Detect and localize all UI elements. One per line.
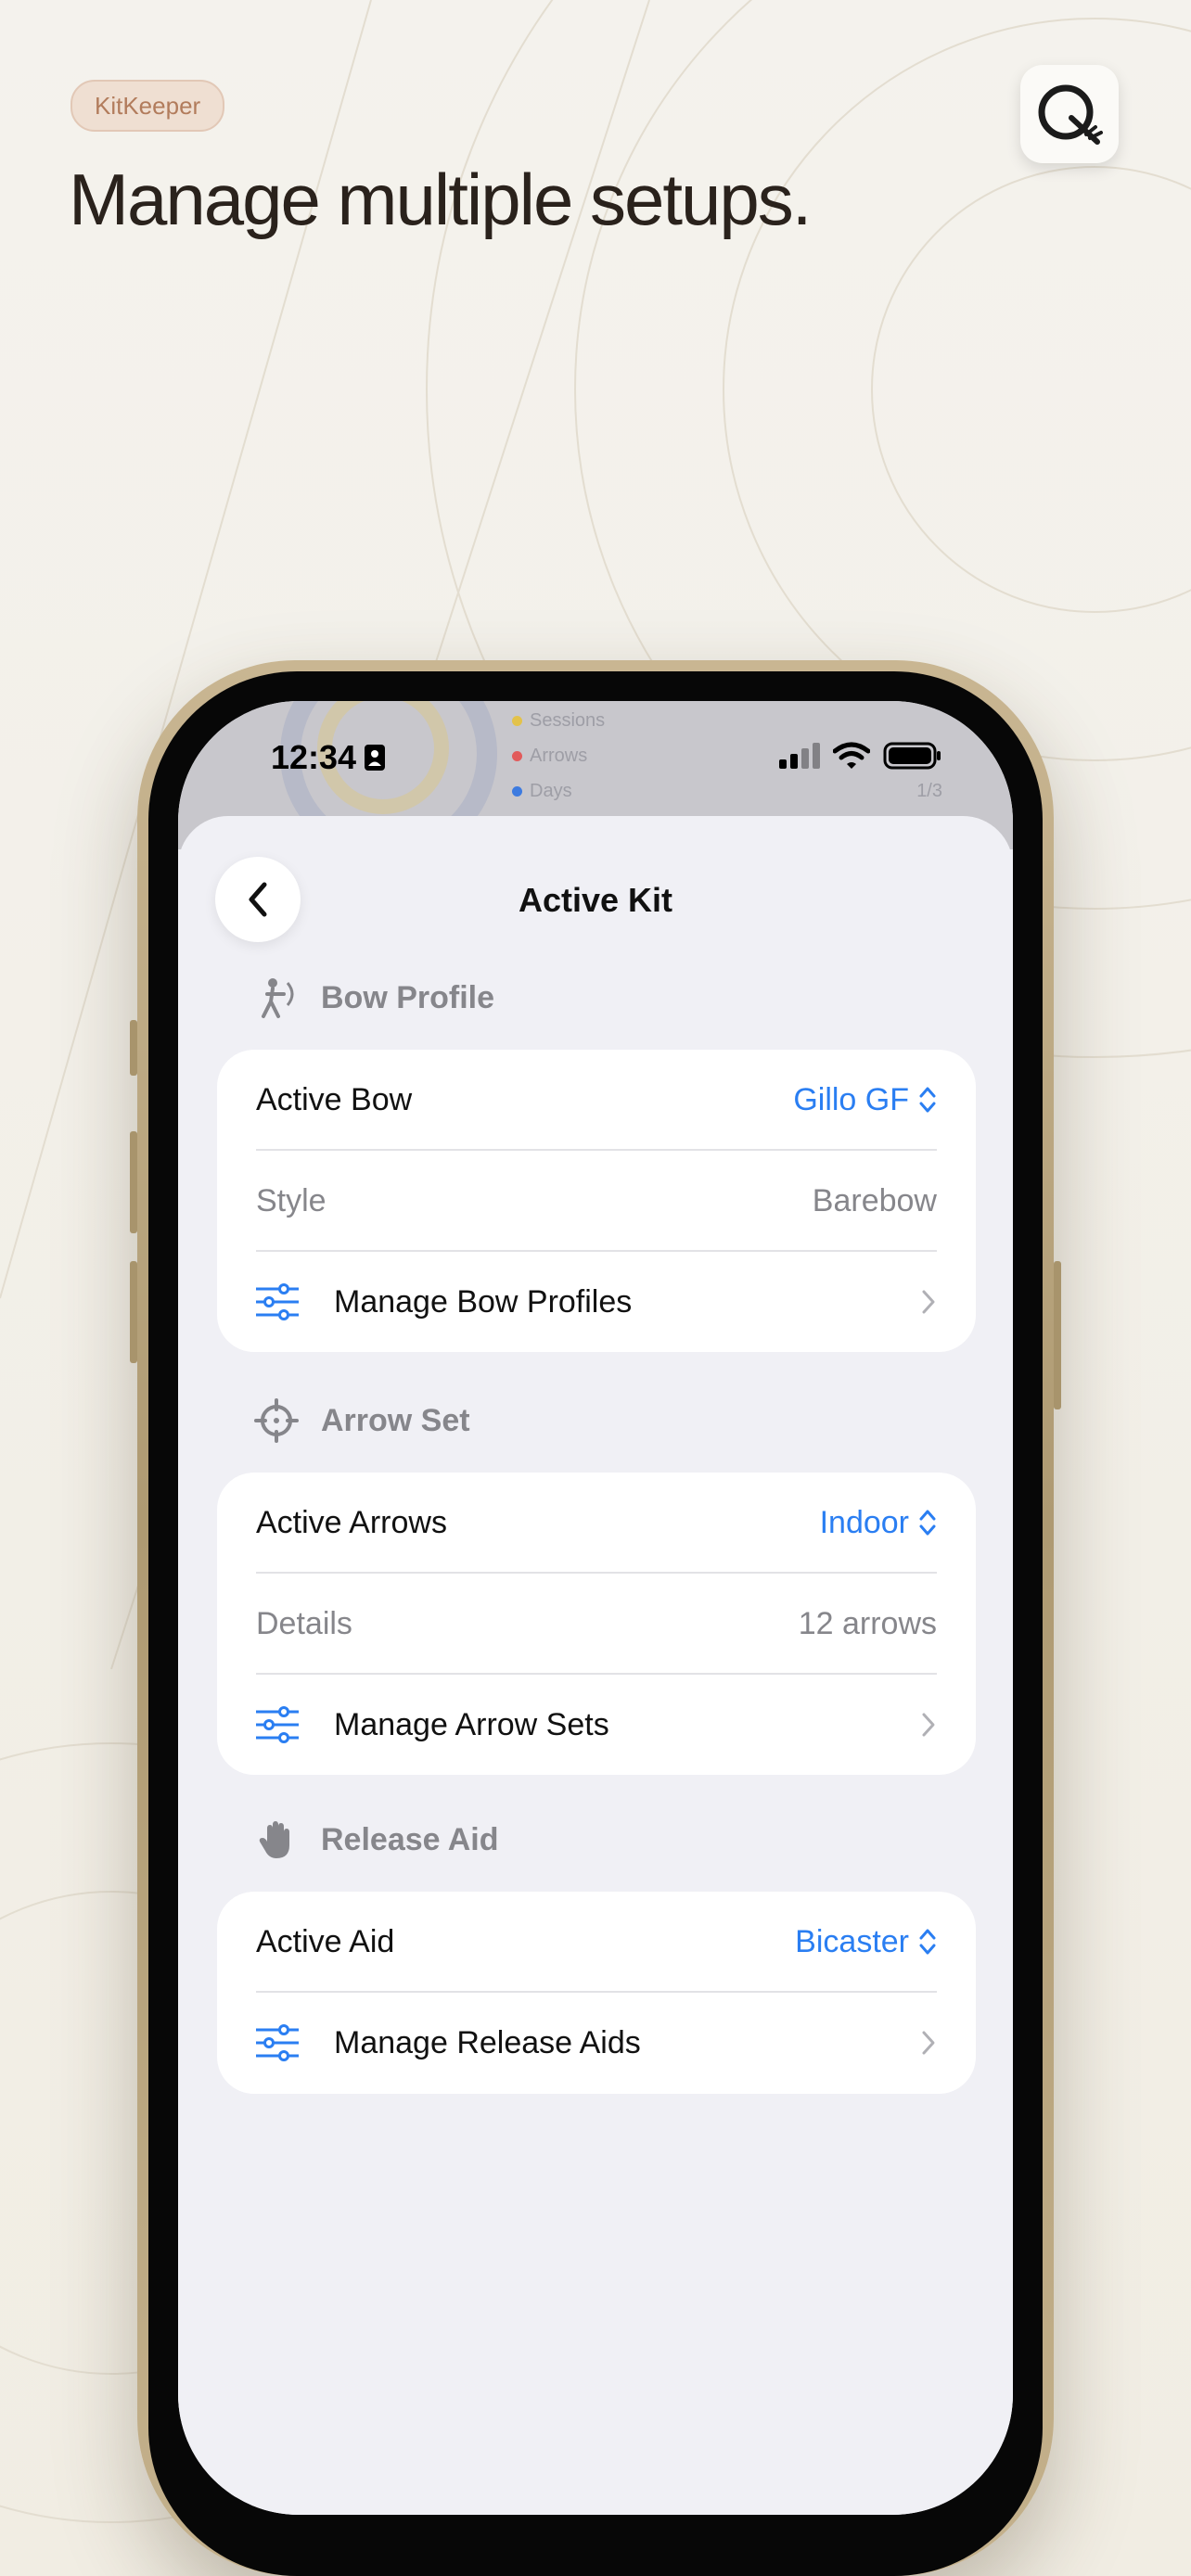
arrow-set-card: Active Arrows Indoor Details 12 arrows M (217, 1473, 976, 1775)
active-aid-row[interactable]: Active Aid Bicaster (256, 1892, 937, 1992)
sliders-icon (256, 1283, 299, 1320)
chevron-right-icon (922, 1713, 935, 1737)
active-kit-sheet: Active Kit Bow Profile Active Bow Gillo … (178, 816, 1013, 2515)
crosshair-icon (254, 1398, 299, 1443)
legend-arrows: Arrows (512, 746, 587, 767)
archer-icon (262, 978, 294, 1018)
active-bow-picker[interactable]: Gillo GF (793, 1082, 937, 1118)
chevron-right-icon (922, 1290, 935, 1314)
manage-release-aids-row[interactable]: Manage Release Aids (256, 1993, 937, 2093)
manage-bow-profiles-row[interactable]: Manage Bow Profiles (256, 1252, 937, 1352)
contact-card-icon (365, 745, 386, 771)
details-row: Details 12 arrows (256, 1605, 937, 1641)
app-icon (1020, 65, 1119, 163)
active-arrows-picker[interactable]: Indoor (820, 1505, 937, 1541)
active-arrows-row[interactable]: Active Arrows Indoor (256, 1473, 937, 1573)
action-button (130, 1020, 137, 1076)
active-aid-picker[interactable]: Bicaster (795, 1924, 937, 1960)
chevron-up-down-icon (919, 1929, 936, 1955)
app-name-badge: KitKeeper (70, 80, 225, 132)
power-button (1054, 1261, 1061, 1409)
bow-profile-card: Active Bow Gillo GF Style Barebow Manage (217, 1050, 976, 1352)
target-arrow-icon (1038, 84, 1103, 145)
wifi-icon (833, 742, 870, 769)
section-header-bow-profile: Bow Profile (254, 976, 494, 1020)
sheet-title: Active Kit (518, 881, 673, 919)
section-header-arrow-set: Arrow Set (254, 1398, 470, 1443)
status-icons (779, 742, 942, 770)
active-bow-row[interactable]: Active Bow Gillo GF (256, 1050, 937, 1150)
hand-icon (259, 1821, 289, 1858)
headline: Manage multiple setups. (69, 159, 812, 240)
cellular-signal-icon (779, 743, 820, 769)
battery-icon (883, 742, 941, 770)
section-header-release-aid: Release Aid (254, 1817, 499, 1862)
volume-down-button (130, 1261, 137, 1363)
sliders-icon (256, 2024, 299, 2061)
legend-days: Days (512, 781, 572, 802)
chevron-up-down-icon (919, 1510, 936, 1536)
style-row: Style Barebow (256, 1182, 937, 1218)
sliders-icon (256, 1706, 299, 1743)
legend-days-value: 1/3 (916, 781, 942, 801)
release-aid-card: Active Aid Bicaster Manage Release Aids (217, 1892, 976, 2094)
status-time: 12:34 (271, 738, 386, 777)
volume-up-button (130, 1131, 137, 1233)
manage-arrow-sets-row[interactable]: Manage Arrow Sets (256, 1675, 937, 1775)
chevron-right-icon (922, 2031, 935, 2055)
phone-screen: Sessions Arrows Days 1/3 12:34 Active Ki… (178, 701, 1013, 2515)
chevron-up-down-icon (919, 1087, 936, 1113)
legend-sessions: Sessions (512, 710, 605, 732)
